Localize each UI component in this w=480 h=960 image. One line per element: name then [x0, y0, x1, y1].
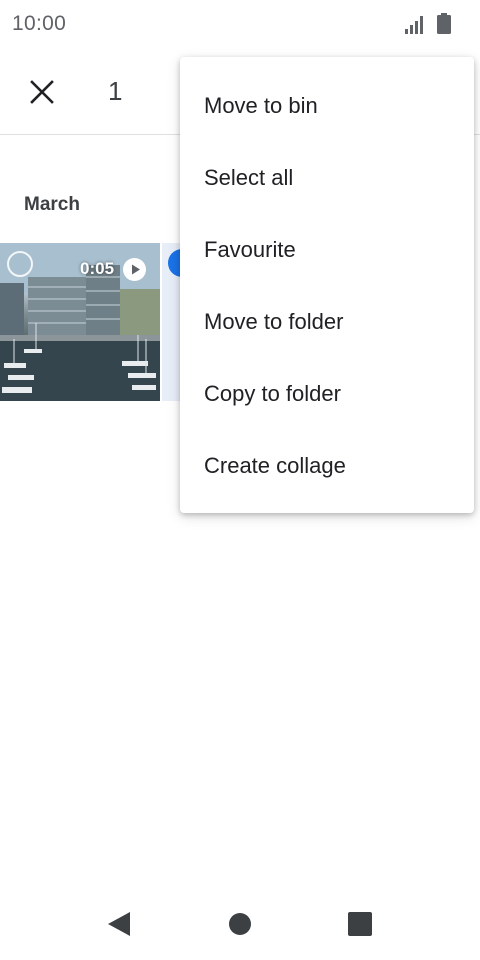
menu-item-move-to-bin[interactable]: Move to bin [180, 70, 474, 142]
status-time: 10:00 [12, 12, 67, 35]
status-bar: 10:00 [0, 0, 480, 48]
home-icon[interactable] [229, 913, 251, 935]
selection-count: 1 [108, 76, 123, 106]
menu-item-copy-to-folder[interactable]: Copy to folder [180, 358, 474, 430]
section-header: March [24, 194, 80, 215]
recents-icon[interactable] [348, 912, 372, 936]
video-thumbnail[interactable]: 0:05 [0, 243, 160, 401]
menu-item-create-collage[interactable]: Create collage [180, 430, 474, 502]
play-icon [123, 258, 146, 281]
battery-icon [437, 13, 451, 34]
menu-item-select-all[interactable]: Select all [180, 142, 474, 214]
close-button[interactable] [18, 68, 66, 116]
signal-icon [405, 16, 423, 34]
selected-thumbnail[interactable] [162, 243, 182, 401]
back-icon[interactable] [106, 910, 132, 938]
overflow-menu: Move to bin Select all Favourite Move to… [180, 57, 474, 513]
menu-item-favourite[interactable]: Favourite [180, 214, 474, 286]
select-circle[interactable] [7, 251, 33, 277]
menu-item-move-to-folder[interactable]: Move to folder [180, 286, 474, 358]
screen: 10:00 1 March 0:05 Move to bin Select al… [0, 0, 480, 960]
video-duration: 0:05 [80, 259, 115, 278]
close-icon [30, 80, 54, 104]
